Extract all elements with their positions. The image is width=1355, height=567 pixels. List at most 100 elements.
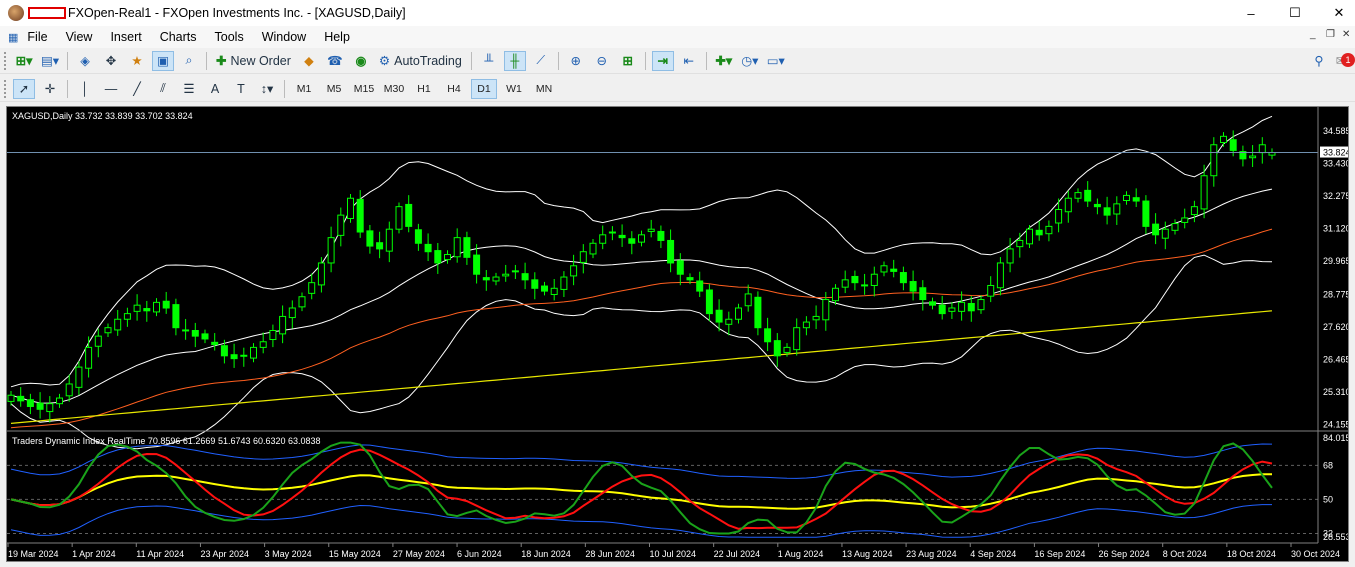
terminal-icon[interactable]: ▣ [152, 50, 174, 71]
menu-file[interactable]: File [18, 30, 56, 44]
timeframe-m1[interactable]: M1 [291, 79, 317, 99]
indicator-axis: 84.015868503228.5535 [1323, 433, 1355, 542]
market-icon[interactable]: ◉ [350, 51, 372, 71]
autotrading-button[interactable]: ⚙ AutoTrading [376, 51, 465, 71]
date-tick-label: 16 Sep 2024 [1034, 549, 1085, 559]
close-button[interactable]: ✕ [1316, 0, 1355, 26]
new-chart-icon[interactable]: ⊞▾ [13, 51, 35, 71]
bull-candle [1171, 223, 1179, 231]
bull-candle [250, 346, 257, 359]
chart-shift-icon[interactable]: ⇤ [678, 51, 700, 71]
bull-candle [1200, 175, 1208, 210]
menu-insert[interactable]: Insert [101, 30, 150, 44]
bull-candle [744, 293, 752, 307]
arrows-icon[interactable]: ↕▾ [256, 79, 278, 99]
bull-candle [308, 282, 316, 294]
timeframe-h4[interactable]: H4 [441, 79, 467, 99]
templates-icon[interactable]: ▭▾ [765, 51, 787, 71]
bear-candle [686, 277, 694, 281]
zoom-out-icon[interactable]: ⊖ [591, 51, 613, 71]
cursor-icon[interactable]: ➚ [13, 78, 35, 99]
vertical-line-icon[interactable]: │ [74, 79, 96, 99]
periods-icon[interactable]: ◷▾ [739, 51, 761, 71]
mdi-restore-icon[interactable]: ❐ [1326, 29, 1335, 40]
bull-candle [46, 403, 54, 413]
line-chart-icon[interactable]: ⟋ [530, 51, 552, 71]
profiles-icon[interactable]: ▤▾ [39, 51, 61, 71]
timeframe-h1[interactable]: H1 [411, 79, 437, 99]
search-icon[interactable]: ⚲ [1308, 51, 1330, 71]
indicator-tick-label: 84.0158 [1323, 433, 1348, 443]
signals-icon[interactable]: ☎ [324, 51, 346, 71]
bull-candle [65, 383, 73, 397]
mdi-close-icon[interactable]: ✕ [1342, 29, 1350, 40]
bull-candle [317, 262, 325, 286]
price-axis: 34.585 33.430 32.275 31.120 29.965 28.775 27.6… [1323, 126, 1351, 430]
timeframe-d1[interactable]: D1 [471, 78, 497, 99]
bear-candle [482, 277, 490, 281]
bull-candle [880, 265, 888, 273]
menu-charts[interactable]: Charts [151, 30, 206, 44]
bear-candle [715, 309, 723, 323]
bear-candle [182, 329, 190, 332]
trendline-icon[interactable]: ╱ [126, 79, 148, 99]
indicators-icon[interactable]: ✚▾ [713, 51, 735, 71]
crosshair-icon[interactable]: ✛ [39, 79, 61, 99]
indicator-header: Traders Dynamic Index RealTime 70.8596 6… [12, 436, 321, 446]
bull-candle [444, 254, 451, 261]
bull-candle [841, 279, 849, 288]
text-icon[interactable]: A [204, 79, 226, 99]
equidistant-channel-icon[interactable]: ⫽ [152, 79, 174, 99]
navigator-icon[interactable]: ★ [126, 51, 148, 71]
notification-badge[interactable]: 1 [1341, 53, 1355, 67]
bull-candle [1161, 228, 1169, 239]
menu-help[interactable]: Help [315, 30, 359, 44]
mdi-minimize-icon[interactable]: _ [1310, 29, 1316, 40]
bar-chart-icon[interactable]: ╨ [478, 51, 500, 71]
bear-candle [676, 260, 684, 275]
date-tick-label: 23 Apr 2024 [200, 549, 249, 559]
zoom-in-icon[interactable]: ⊕ [565, 51, 587, 71]
bear-candle [1229, 139, 1237, 151]
new-order-button[interactable]: ✚ New Order [213, 51, 294, 71]
bear-candle [773, 340, 781, 357]
bull-candle [279, 315, 287, 335]
candlestick-icon[interactable]: ╫ [503, 50, 526, 71]
bear-candle [201, 333, 209, 340]
market-watch-icon[interactable]: ◈ [74, 51, 96, 71]
timeframe-mn[interactable]: MN [531, 79, 557, 99]
new-order-icon: ✚ [216, 54, 227, 68]
bear-candle [424, 243, 432, 253]
metaeditor-icon[interactable]: ◆ [298, 51, 320, 71]
timeframe-w1[interactable]: W1 [501, 79, 527, 99]
maximize-button[interactable]: ☐ [1272, 0, 1318, 26]
bull-candle [114, 318, 122, 331]
horizontal-line-icon[interactable]: — [100, 79, 122, 99]
auto-scroll-icon[interactable]: ⇥ [651, 50, 674, 71]
data-window-icon[interactable]: ✥ [100, 51, 122, 71]
text-label-icon[interactable]: T [230, 79, 252, 99]
chart-canvas[interactable]: XAGUSD,Daily 33.732 33.839 33.702 33.824… [7, 107, 1355, 561]
fibonacci-icon[interactable]: ☰ [178, 79, 200, 99]
bear-candle [541, 285, 548, 292]
bull-candle [123, 313, 131, 320]
minimize-button[interactable]: – [1228, 0, 1274, 26]
price-tick-label: 32.275 [1323, 191, 1348, 201]
timeframe-m30[interactable]: M30 [381, 79, 407, 99]
timeframe-m5[interactable]: M5 [321, 79, 347, 99]
tile-windows-icon[interactable]: ⊞ [617, 51, 639, 71]
date-tick-label: 30 Oct 2024 [1291, 549, 1340, 559]
bull-candle [1074, 192, 1082, 199]
strategy-tester-icon[interactable]: ⌕ [178, 51, 200, 71]
moving-averages [10, 228, 1273, 429]
bear-candle [1142, 200, 1150, 227]
bear-candle [143, 308, 151, 312]
timeframe-m15[interactable]: M15 [351, 79, 377, 99]
toolbar-grip [4, 51, 8, 70]
menu-view[interactable]: View [57, 30, 102, 44]
bear-candle [764, 328, 772, 343]
menu-window[interactable]: Window [253, 30, 315, 44]
menu-tools[interactable]: Tools [206, 30, 253, 44]
chart-window[interactable]: XAGUSD,Daily 33.732 33.839 33.702 33.824… [6, 106, 1355, 562]
bull-candle [453, 237, 461, 258]
